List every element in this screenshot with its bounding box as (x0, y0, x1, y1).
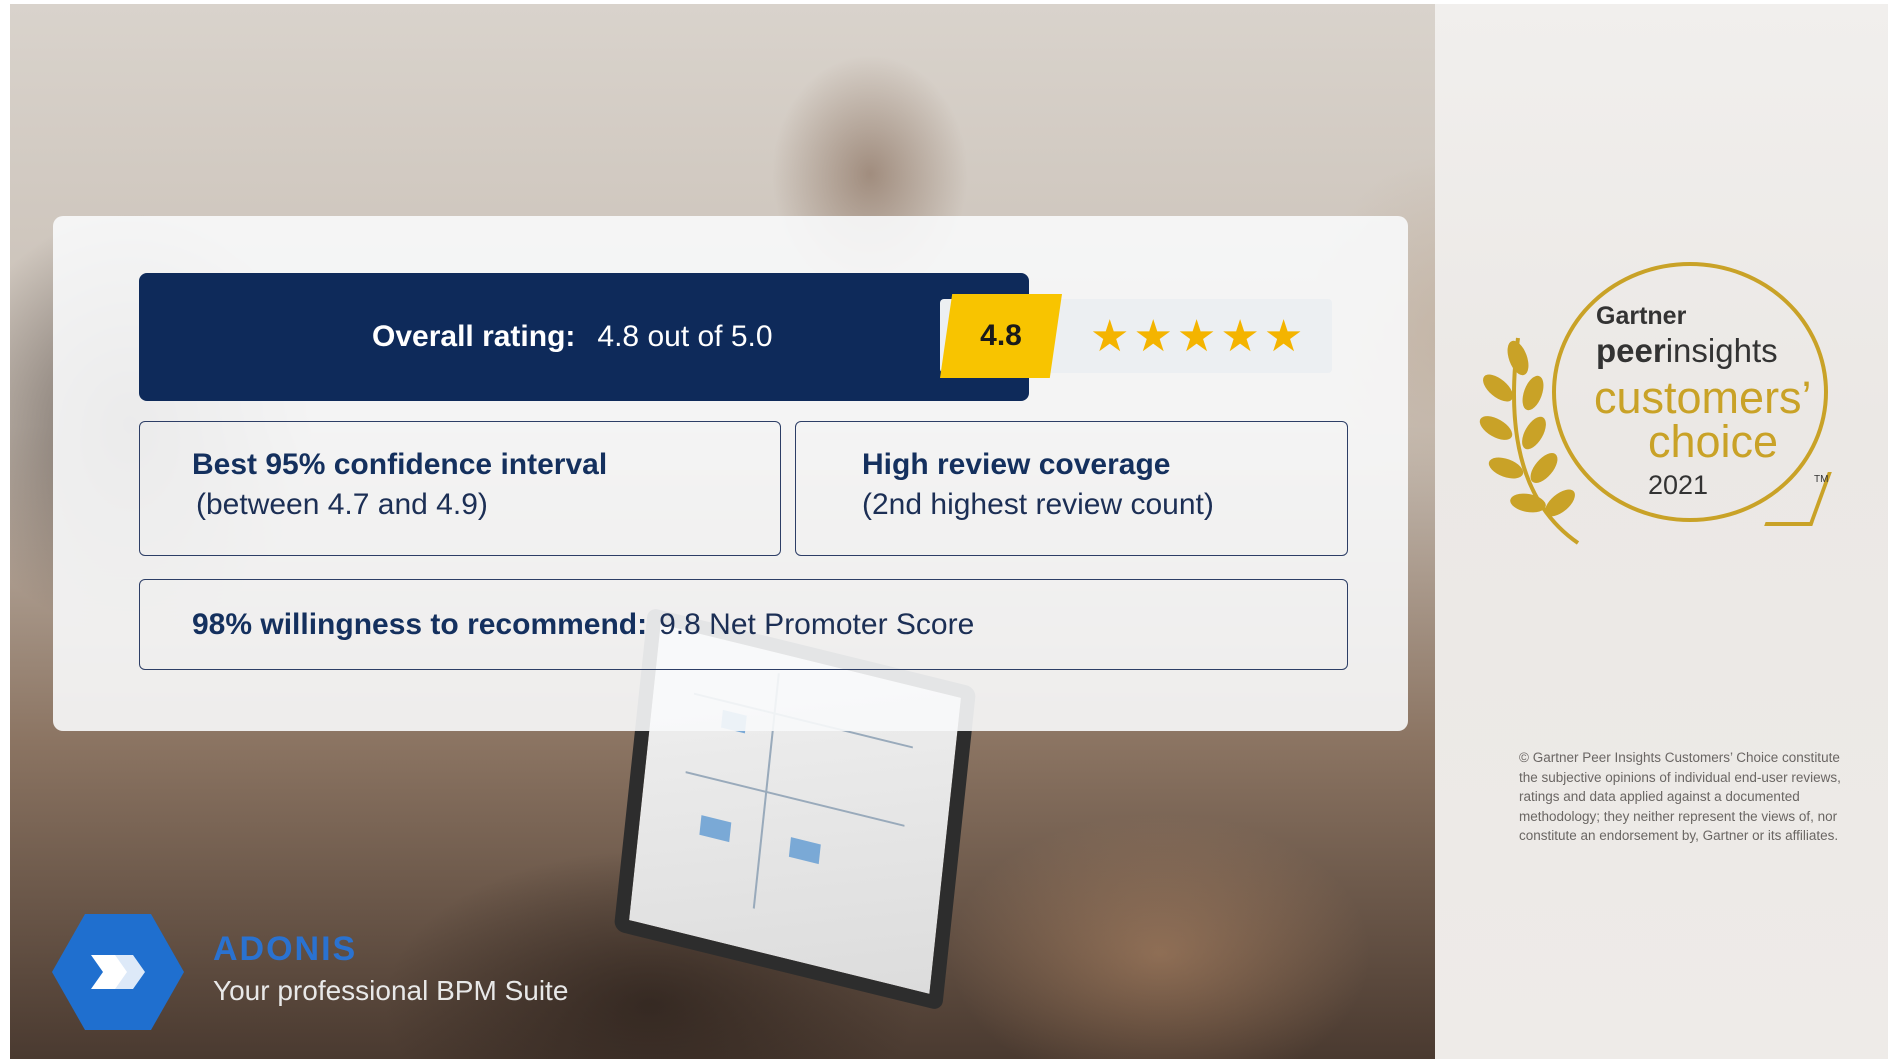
confidence-sub: (between 4.7 and 4.9) (196, 488, 488, 521)
brand-tagline: Your professional BPM Suite (213, 975, 569, 1006)
coverage-sub: (2nd highest review count) (862, 488, 1214, 521)
star-icon: ★ (1263, 311, 1304, 361)
brand-name: ADONIS (213, 930, 358, 968)
star-icon: ★ (1133, 311, 1173, 361)
gartner-badge: Gartner peerinsights customers’ choice 2… (1478, 258, 1838, 558)
recommend-box: 98% willingness to recommend: 9.8 Net Pr… (139, 579, 1348, 670)
star-rating: ★ ★ ★ ★ ★ (1090, 306, 1303, 366)
disclaimer-text: © Gartner Peer Insights Customers’ Choic… (1519, 750, 1841, 843)
badge-choice: choice (1648, 416, 1779, 467)
overall-rating-label: Overall rating: (372, 320, 576, 353)
badge-year: 2021 (1648, 470, 1709, 500)
star-icon: ★ (1220, 311, 1260, 361)
recommend-value: 9.8 Net Promoter Score (659, 607, 975, 641)
star-icon: ★ (1176, 311, 1217, 361)
recommend-title: 98% willingness to recommend: (192, 607, 648, 641)
badge-gartner: Gartner (1596, 302, 1687, 330)
confidence-interval-box: Best 95% confidence interval (between 4.… (139, 421, 781, 556)
badge-trademark: TM (1814, 474, 1829, 485)
score-badge: 4.8 (940, 294, 1062, 378)
badge-peer: peer (1596, 332, 1666, 369)
confidence-title: Best 95% confidence interval (192, 448, 608, 481)
overall-rating-bar: Overall rating: 4.8 out of 5.0 (139, 273, 1029, 401)
badge-peer-insights: peerinsights (1596, 332, 1778, 370)
star-icon: ★ (1090, 311, 1130, 361)
coverage-title: High review coverage (862, 448, 1171, 481)
review-coverage-box: High review coverage (2nd highest review… (795, 421, 1348, 556)
badge-insights: insights (1665, 332, 1778, 369)
overall-rating-value: 4.8 out of 5.0 (597, 320, 773, 353)
